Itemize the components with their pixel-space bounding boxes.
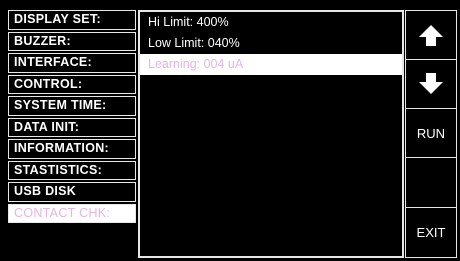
menu-item-buzzer[interactable]: BUZZER: <box>8 31 136 51</box>
setting-row-low-limit[interactable]: Low Limit: 040% <box>140 33 402 54</box>
softkey-column: RUN EXIT <box>405 10 457 258</box>
up-button[interactable] <box>405 10 457 60</box>
menu-item-data-init[interactable]: DATA INIT: <box>8 117 136 137</box>
settings-panel: Hi Limit: 400% Low Limit: 040% Learning:… <box>138 10 404 258</box>
exit-button[interactable]: EXIT <box>405 207 457 258</box>
exit-button-label: EXIT <box>416 225 446 240</box>
menu-item-system-time[interactable]: SYSTEM TIME: <box>8 96 136 116</box>
blank-softkey[interactable] <box>405 157 457 208</box>
menu-item-statistics[interactable]: STASTISTICS: <box>8 160 136 180</box>
menu-item-interface[interactable]: INTERFACE: <box>8 53 136 73</box>
down-arrow-icon <box>419 73 443 94</box>
menu-item-information[interactable]: INFORMATION: <box>8 139 136 159</box>
menu-item-contact-chk[interactable]: CONTACT CHK: <box>8 203 136 223</box>
menu-item-display-set[interactable]: DISPLAY SET: <box>8 10 136 30</box>
down-button[interactable] <box>405 59 457 109</box>
menu-item-usb-disk[interactable]: USB DISK <box>8 182 136 202</box>
device-screen: DISPLAY SET: BUZZER: INTERFACE: CONTROL:… <box>0 0 460 261</box>
menu-item-control[interactable]: CONTROL: <box>8 74 136 94</box>
run-button[interactable]: RUN <box>405 108 457 158</box>
setting-row-learning[interactable]: Learning: 004 uA <box>140 54 402 75</box>
settings-menu: DISPLAY SET: BUZZER: INTERFACE: CONTROL:… <box>8 10 136 225</box>
setting-row-hi-limit[interactable]: Hi Limit: 400% <box>140 12 402 33</box>
up-arrow-icon <box>419 25 443 46</box>
run-button-label: RUN <box>416 125 446 141</box>
